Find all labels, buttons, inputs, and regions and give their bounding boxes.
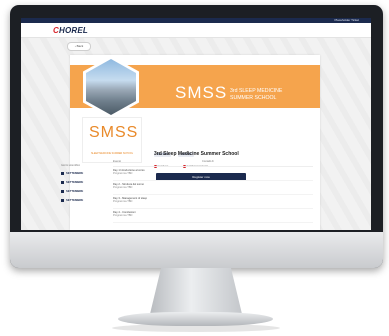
banner-title-line1: 3rd SLEEP MEDICINE [230, 88, 283, 94]
programme-header-contacts: Contatti di [202, 160, 214, 163]
calendar-icon [61, 189, 64, 193]
calendar-icon [61, 171, 64, 175]
side-logo: SMSS SLEEP MEDICINE SUMMER SCHOOL [82, 117, 142, 163]
banner-title: 3rd SLEEP MEDICINE SUMMER SCHOOL [230, 88, 320, 101]
side-logo-subtitle: SLEEP MEDICINE SUMMER SCHOOL [90, 152, 134, 155]
day-item[interactable]: SETTEMBRE [61, 171, 97, 180]
table-row[interactable]: Day 2 - Struttura del sonno Programma TBD [113, 181, 313, 195]
table-row[interactable]: Day 3 - Management of sleep Programma TBD [113, 195, 313, 209]
chorel-logo[interactable]: CHOREL [53, 26, 88, 35]
back-button-label: Back [76, 44, 84, 48]
calendar-icon [61, 198, 64, 202]
monitor-screen: Placeholder Ticket CHOREL ‹ Back SMSS 3r… [21, 18, 371, 230]
programme-header-event: Evento [113, 160, 122, 163]
day-list: Giorni scientifico SETTEMBRE SETTEMBRE S… [61, 164, 97, 207]
logo-text: HOREL [58, 26, 88, 35]
banner-logo: SMSS [175, 83, 228, 102]
banner-title-line2: SUMMER SCHOOL [230, 94, 277, 101]
monitor-stand-base [118, 312, 273, 326]
chevron-left-icon: ‹ [74, 44, 76, 48]
monitor-chin [10, 232, 383, 268]
day-item[interactable]: SETTEMBRE [61, 189, 97, 198]
monitor-stand-neck [150, 268, 242, 314]
side-logo-text: SMSS [89, 124, 139, 141]
day-item[interactable]: SETTEMBRE [61, 180, 97, 189]
back-button[interactable]: ‹ Back [67, 42, 91, 51]
table-row[interactable]: Day 4 - Conclusioni Programma TBD [113, 209, 313, 223]
event-title: 3rd Sleep Medicine Summer School [154, 151, 239, 157]
table-row[interactable]: Day 1 Introduzione al corso Programma TBD [113, 167, 313, 181]
calendar-icon [61, 180, 64, 184]
programme-table: Evento Contatti di Day 1 Introduzione al… [113, 160, 313, 223]
programme-header: Evento Contatti di [113, 160, 313, 167]
site-header: CHOREL [21, 23, 371, 38]
day-list-header: Giorni scientifico [61, 164, 81, 167]
day-item[interactable]: SETTEMBRE [61, 198, 97, 207]
